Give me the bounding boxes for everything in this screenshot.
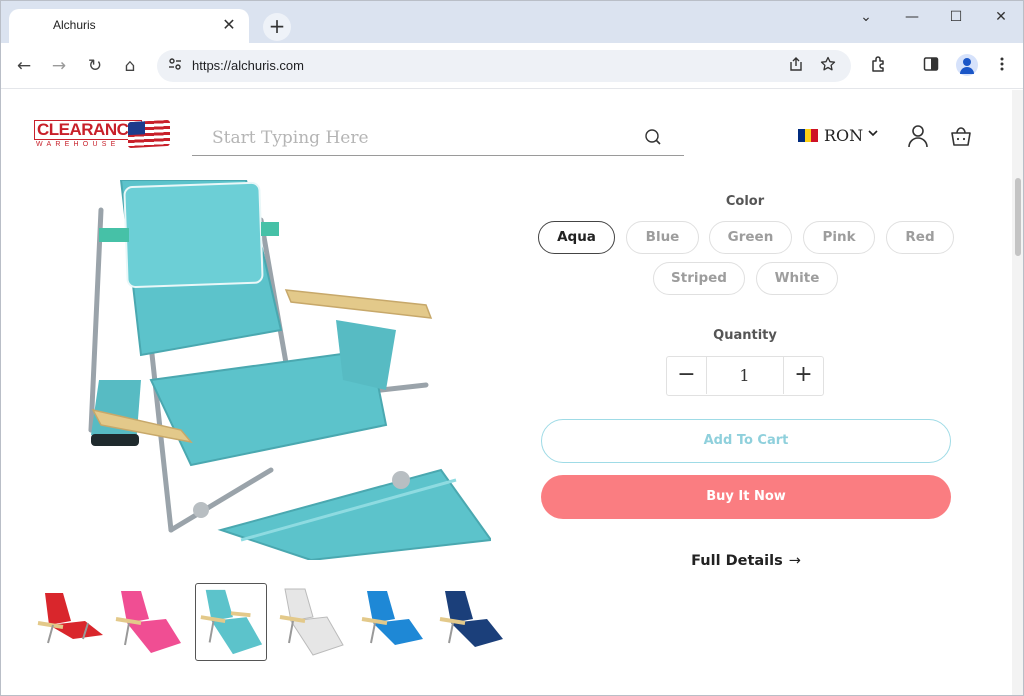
logo-subtext: WAREHOUSE (36, 141, 120, 148)
account-icon[interactable] (907, 124, 929, 148)
site-info-icon[interactable] (165, 56, 185, 76)
bookmark-star-icon[interactable] (817, 56, 839, 76)
browser-window: Alchuris ✕ + ⌄ — ☐ ✕ ← → ↻ ⌂ https://alc… (0, 0, 1024, 696)
chevron-down-icon[interactable]: ⌄ (850, 7, 882, 27)
search-icon[interactable] (644, 128, 662, 146)
address-bar[interactable]: https://alchuris.com (157, 50, 851, 82)
product-main-image[interactable] (81, 180, 491, 560)
side-panel-icon[interactable] (919, 55, 943, 79)
quantity-value[interactable]: 1 (707, 357, 782, 394)
minimize-button[interactable]: — (896, 7, 928, 27)
full-details-label: Full Details (691, 553, 783, 569)
profile-avatar[interactable] (956, 54, 978, 76)
back-button[interactable]: ← (12, 54, 36, 78)
close-window-button[interactable]: ✕ (985, 7, 1017, 27)
menu-kebab-icon[interactable] (990, 55, 1014, 79)
color-option-blue[interactable]: Blue (626, 221, 699, 254)
browser-toolbar: ← → ↻ ⌂ https://alchuris.com (1, 43, 1023, 89)
thumbnail-pink[interactable] (111, 583, 183, 661)
thumbnail-strip (33, 583, 513, 663)
thumbnail-blue[interactable] (359, 583, 431, 661)
maximize-button[interactable]: ☐ (940, 7, 972, 27)
thumbnail-navy[interactable] (437, 583, 509, 661)
color-label: Color (725, 194, 765, 209)
page-content: CLEARANCE WAREHOUSE RON (1, 90, 1012, 695)
share-icon[interactable] (785, 56, 807, 76)
color-option-pink[interactable]: Pink (803, 221, 875, 254)
tab-alchuris[interactable]: Alchuris ✕ (9, 9, 249, 43)
thumbnail-red[interactable] (33, 583, 105, 661)
quantity-decrease-button[interactable]: − (667, 357, 707, 394)
color-option-green[interactable]: Green (709, 221, 792, 254)
search-bar (192, 120, 684, 156)
quantity-increase-button[interactable]: + (783, 357, 823, 394)
logo-text: CLEARANCE (34, 120, 143, 140)
thumbnail-aqua[interactable] (195, 583, 267, 661)
currency-label: RON (824, 126, 864, 145)
scrollbar-thumb[interactable] (1015, 178, 1021, 256)
full-details-link[interactable]: Full Details → (646, 553, 846, 569)
search-input[interactable] (212, 126, 632, 150)
color-option-aqua[interactable]: Aqua (538, 221, 615, 254)
forward-button[interactable]: → (47, 54, 71, 78)
add-to-cart-button[interactable]: Add To Cart (541, 419, 951, 463)
thumbnail-white[interactable] (275, 583, 347, 661)
romania-flag-icon (798, 129, 819, 142)
us-flag-icon (128, 119, 170, 149)
color-option-striped[interactable]: Striped (653, 262, 745, 295)
cart-icon[interactable] (950, 125, 972, 147)
extensions-icon[interactable] (867, 55, 891, 79)
arrow-right-icon: → (788, 553, 801, 569)
tab-close-icon[interactable]: ✕ (219, 15, 239, 35)
quantity-stepper: − 1 + (666, 356, 824, 396)
quantity-label: Quantity (713, 328, 777, 343)
page-scrollbar[interactable] (1012, 90, 1023, 695)
color-option-red[interactable]: Red (886, 221, 954, 254)
site-logo[interactable]: CLEARANCE WAREHOUSE (34, 119, 174, 156)
reload-button[interactable]: ↻ (83, 54, 107, 78)
tab-title: Alchuris (53, 18, 96, 32)
new-tab-button[interactable]: + (263, 13, 291, 41)
color-option-white[interactable]: White (756, 262, 838, 295)
url-text[interactable]: https://alchuris.com (192, 58, 304, 73)
home-button[interactable]: ⌂ (118, 54, 142, 78)
buy-now-button[interactable]: Buy It Now (541, 475, 951, 519)
tab-strip: Alchuris ✕ + ⌄ — ☐ ✕ (1, 1, 1023, 43)
chevron-down-icon (868, 130, 878, 137)
